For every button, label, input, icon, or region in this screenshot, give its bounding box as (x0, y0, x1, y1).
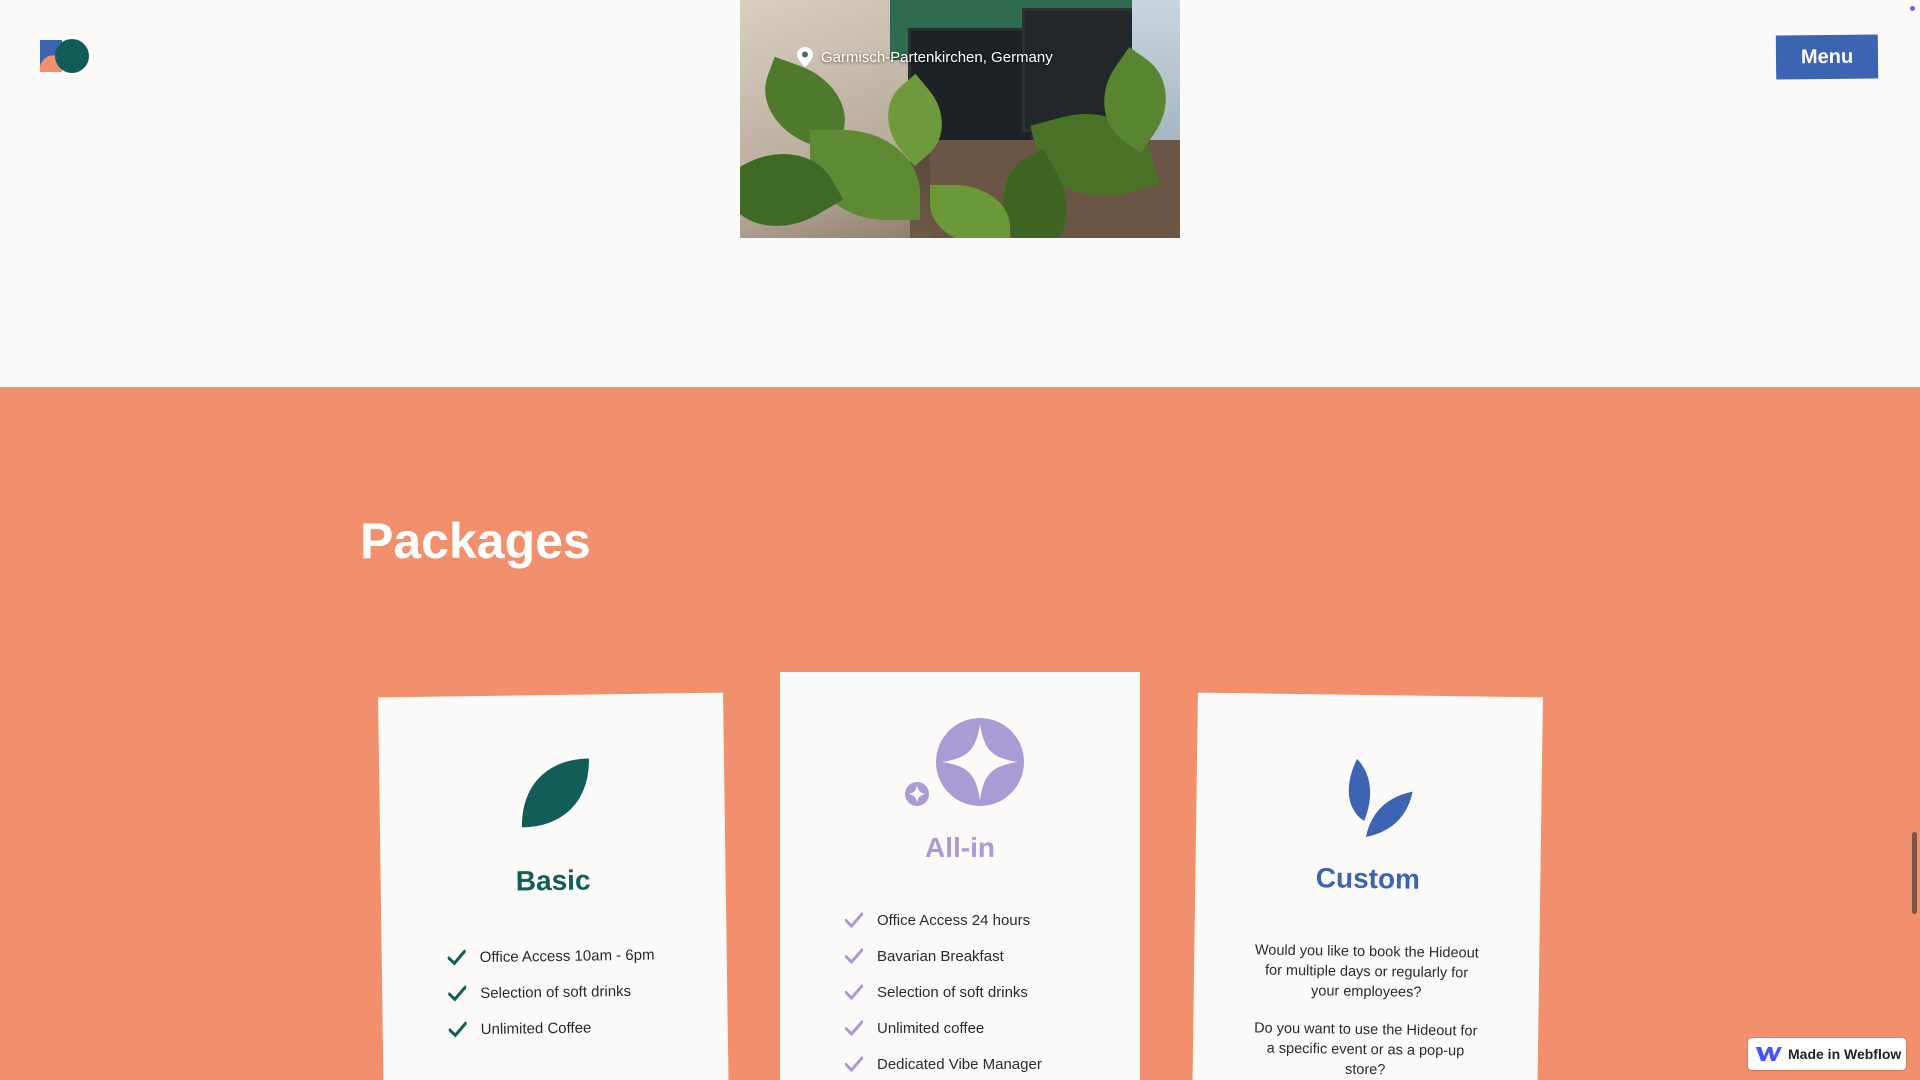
package-title-basic: Basic (515, 864, 591, 897)
made-in-webflow-badge[interactable]: Made in Webflow (1748, 1038, 1906, 1070)
feature-list-all-in: Office Access 24 hours Bavarian Breakfas… (845, 902, 1042, 1080)
page: Garmisch-Partenkirchen, Germany Menu Pac… (0, 0, 1920, 1080)
feature-text: Dedicated Vibe Manager (877, 1055, 1042, 1073)
check-icon (448, 985, 467, 1002)
check-icon (845, 1020, 863, 1036)
hero-photo (740, 0, 1180, 238)
check-icon (845, 1056, 863, 1072)
feature-item: Unlimited coffee (845, 1010, 1042, 1046)
brand-logo-icon[interactable] (38, 38, 92, 74)
feature-item: Office Access 24 hours (845, 902, 1042, 938)
packages-section: Packages Basic Office Access 10am - 6pm … (0, 387, 1920, 1080)
custom-description-2: Do you want to use the Hideout for a spe… (1254, 1020, 1478, 1079)
package-card-custom[interactable]: Custom Would you like to book the Hideou… (1192, 692, 1543, 1080)
feature-list-basic: Office Access 10am - 6pm Selection of so… (447, 937, 655, 1048)
check-icon (448, 1021, 467, 1038)
check-icon (845, 948, 863, 964)
menu-button[interactable]: Menu (1775, 34, 1879, 80)
check-icon (845, 984, 863, 1000)
package-card-all-in[interactable]: All-in Office Access 24 hours Bavarian B… (780, 672, 1140, 1080)
feature-text: Unlimited Coffee (480, 1018, 592, 1038)
webflow-badge-label: Made in Webflow (1788, 1046, 1902, 1062)
custom-description-1: Would you like to book the Hideout for m… (1254, 942, 1479, 1001)
feature-text: Bavarian Breakfast (877, 947, 1004, 965)
feature-text: Office Access 10am - 6pm (479, 946, 655, 966)
webflow-icon (1756, 1047, 1782, 1061)
feature-item: Unlimited Coffee (448, 1009, 655, 1048)
leaf-icon (521, 758, 589, 828)
sparkle-star-icon (905, 718, 1024, 806)
feature-text: Office Access 24 hours (877, 911, 1031, 929)
feature-text: Unlimited coffee (877, 1019, 985, 1037)
feature-item: Selection of soft drinks (448, 973, 655, 1012)
package-title-all-in: All-in (925, 832, 995, 863)
package-title-custom: Custom (1315, 862, 1421, 895)
check-icon (447, 949, 466, 966)
feature-item: Office Access 10am - 6pm (447, 937, 655, 976)
check-icon (845, 912, 863, 928)
feature-text: Selection of soft drinks (877, 983, 1028, 1001)
feature-item: Selection of soft drinks (845, 974, 1042, 1010)
feature-text: Selection of soft drinks (480, 982, 632, 1002)
location-label: Garmisch-Partenkirchen, Germany (797, 45, 1053, 69)
package-card-basic[interactable]: Basic Office Access 10am - 6pm Selection… (378, 692, 729, 1080)
scrollbar-thumb[interactable] (1912, 832, 1917, 914)
feature-item: Bavarian Breakfast (845, 938, 1042, 974)
location-text: Garmisch-Partenkirchen, Germany (821, 48, 1053, 66)
scroll-indicator-dot (1910, 6, 1915, 11)
twin-leaves-icon (1348, 758, 1413, 837)
feature-item: Dedicated Vibe Manager (845, 1046, 1042, 1080)
packages-heading: Packages (360, 513, 591, 569)
map-pin-icon (797, 47, 813, 67)
